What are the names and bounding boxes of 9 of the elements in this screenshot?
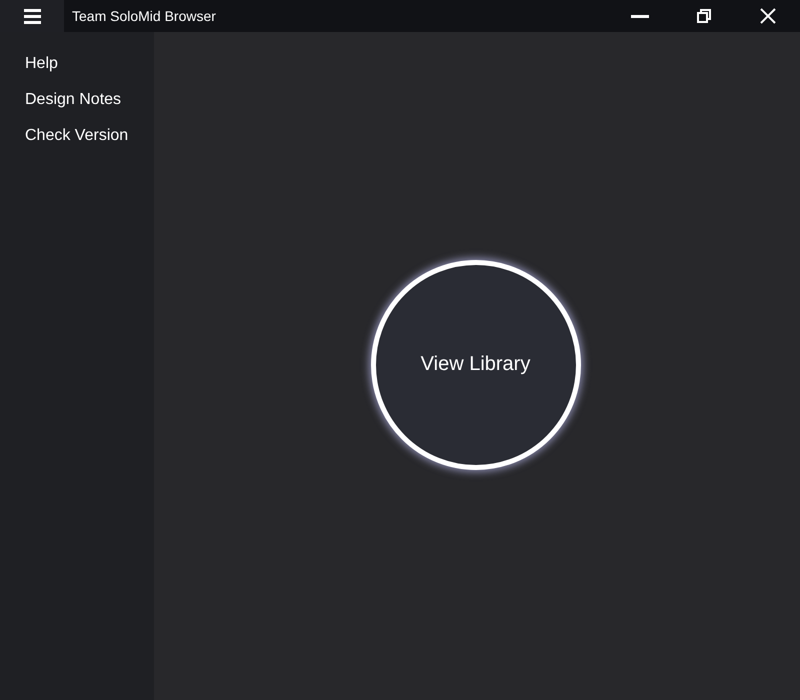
sidebar-link[interactable]: Design Notes: [0, 82, 154, 118]
window-title: Team SoloMid Browser: [72, 8, 216, 24]
sidebar-link[interactable]: Help: [0, 46, 154, 82]
close-icon: [760, 8, 776, 24]
menu-icon[interactable]: [0, 0, 64, 32]
minimize-icon: [631, 14, 649, 18]
sidebar-link[interactable]: Check Version: [0, 118, 154, 154]
view-library-button[interactable]: View Library: [370, 260, 580, 470]
restore-icon: [697, 9, 711, 23]
